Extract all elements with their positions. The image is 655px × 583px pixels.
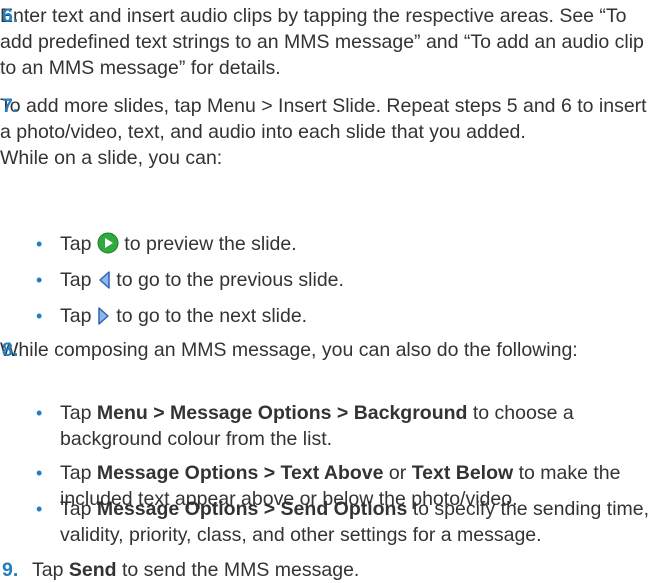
step-text: Enter text and insert audio clips by tap… xyxy=(0,5,644,79)
bullet-previous: • Tap to go to the previous slide. xyxy=(32,267,652,297)
bullet-send-options: • Tap Message Options > Send Options to … xyxy=(32,496,652,548)
step-number: 6. xyxy=(2,5,19,27)
step-subtext: While on a slide, you can: xyxy=(0,147,223,169)
bullet-tap: Tap xyxy=(60,402,92,424)
step-number: 8. xyxy=(2,339,19,361)
bullet-preview: • Tap to preview the slide. xyxy=(32,231,652,261)
step-9: 9. Tap Send to send the MMS message. xyxy=(0,557,655,583)
step-7: 7. To add more slides, tap Menu > Insert… xyxy=(0,93,655,171)
send-command: Send xyxy=(68,559,117,581)
bullet-dot: • xyxy=(36,234,43,254)
bullet-dot: • xyxy=(36,463,43,483)
step-8: 8. While composing an MMS message, you c… xyxy=(0,337,655,363)
bullet-text: to go to the previous slide. xyxy=(116,269,344,291)
bullet-text: to preview the slide. xyxy=(124,233,297,255)
manual-page: 6. Enter text and insert audio clips by … xyxy=(0,0,655,583)
step-tap: Tap xyxy=(32,559,64,581)
menu-path-alt: Text Below xyxy=(411,462,514,484)
step-text: to send the MMS message. xyxy=(121,559,360,581)
menu-path: Menu > Message Options > Background xyxy=(96,402,468,424)
step-number: 7. xyxy=(2,95,19,117)
bullet-tap: Tap xyxy=(60,462,92,484)
menu-path: Message Options > Text Above xyxy=(96,462,384,484)
bullet-tap: Tap xyxy=(60,269,92,291)
bullet-tap: Tap xyxy=(60,498,92,520)
bullet-background: • Tap Menu > Message Options > Backgroun… xyxy=(32,400,652,452)
bullet-dot: • xyxy=(36,499,43,519)
bullet-dot: • xyxy=(36,270,43,290)
previous-arrow-icon xyxy=(97,270,111,297)
step-text: While composing an MMS message, you can … xyxy=(0,339,578,361)
play-icon xyxy=(97,232,119,261)
bullet-conjunction: or xyxy=(388,462,407,484)
bullet-tap: Tap xyxy=(60,233,92,255)
menu-path: Message Options > Send Options xyxy=(96,498,408,520)
next-arrow-icon xyxy=(97,306,111,333)
bullet-dot: • xyxy=(36,306,43,326)
step-6: 6. Enter text and insert audio clips by … xyxy=(0,3,655,81)
bullet-tap: Tap xyxy=(60,305,92,327)
bullet-text: to go to the next slide. xyxy=(116,305,308,327)
step-text: To add more slides, tap Menu > Insert Sl… xyxy=(0,95,647,143)
bullet-next: • Tap to go to the next slide. xyxy=(32,303,652,333)
bullet-dot: • xyxy=(36,403,43,423)
step-number: 9. xyxy=(2,559,19,581)
